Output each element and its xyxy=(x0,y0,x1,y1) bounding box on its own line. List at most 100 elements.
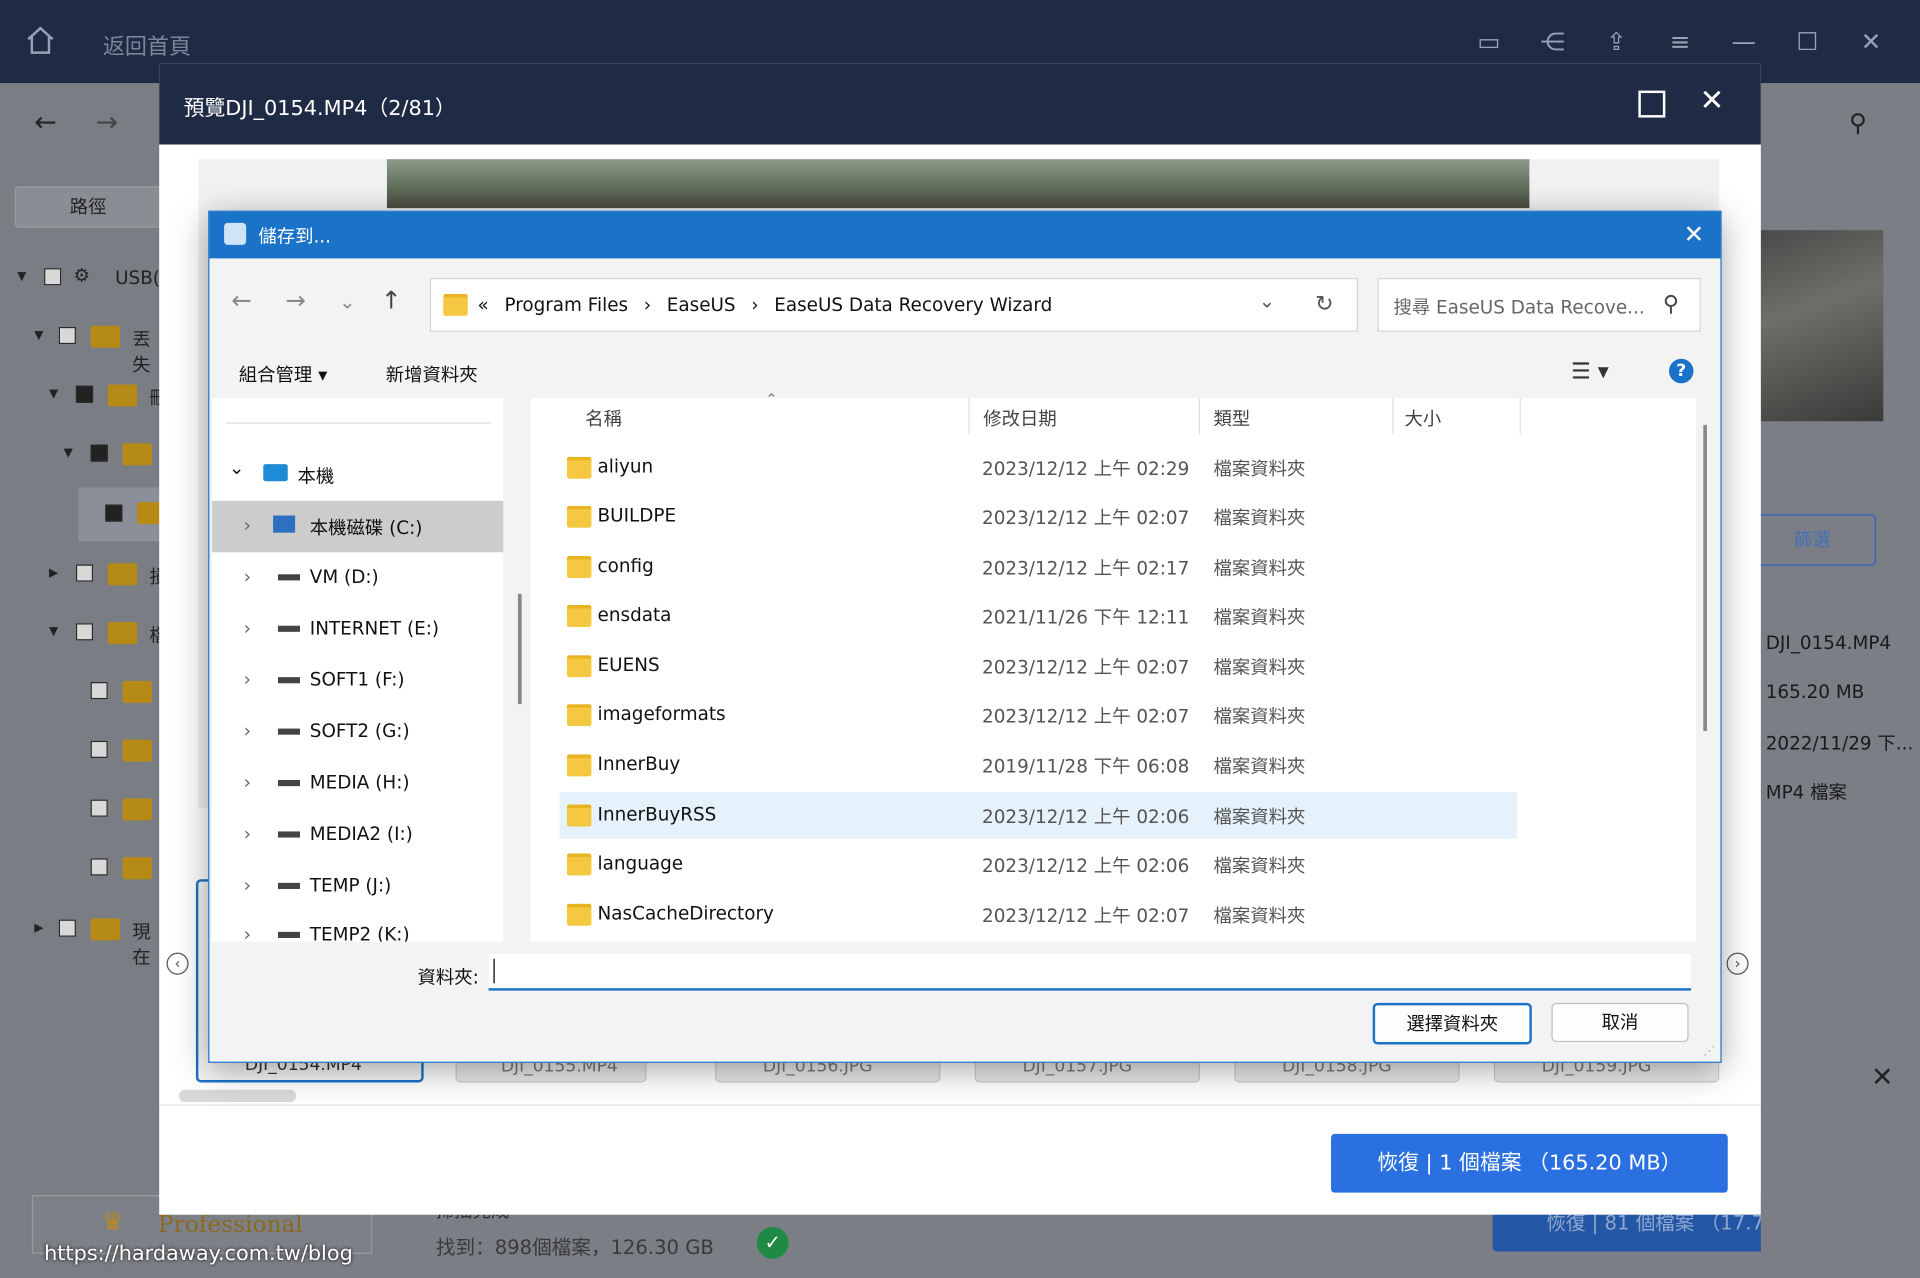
file-row[interactable]: imageformats 2023/12/12 上午 02:07 檔案資料夾 xyxy=(560,692,1518,739)
folder-icon xyxy=(443,293,468,316)
tree-drive-d[interactable]: › VM (D:) xyxy=(212,552,503,603)
forward-arrow-icon[interactable]: → xyxy=(285,285,306,314)
video-frame xyxy=(386,159,1530,209)
address-bar[interactable]: « Program Files › EaseUS › EaseUS Data R… xyxy=(429,277,1358,332)
tree-deleted[interactable]: ▾ 刪 xyxy=(49,382,168,409)
app-right-panel: ⚲ 篩選 DJI_0154.MP4 165.20 MB 2022/11/29 下… xyxy=(1748,83,1920,1278)
nav-scrollbar[interactable] xyxy=(517,593,522,705)
minimize-icon[interactable]: — xyxy=(1729,27,1758,56)
folder-icon xyxy=(566,505,592,528)
search-icon[interactable]: ⚲ xyxy=(1849,108,1867,137)
breadcrumb-item[interactable]: Program Files xyxy=(504,294,628,316)
organize-menu[interactable]: 組合管理 ▾ xyxy=(239,361,328,387)
file-row[interactable]: ensdata 2021/11/26 下午 12:11 檔案資料夾 xyxy=(560,593,1518,640)
file-row[interactable]: EUENS 2023/12/12 上午 02:07 檔案資料夾 xyxy=(560,643,1518,690)
folder-input[interactable] xyxy=(488,953,1692,991)
view-options-icon[interactable]: ☰ ▾ xyxy=(1571,359,1609,385)
maximize-icon[interactable]: ☐ xyxy=(1793,27,1822,56)
file-scrollbar[interactable] xyxy=(1703,424,1707,732)
new-folder-button[interactable]: 新增資料夾 xyxy=(386,361,478,387)
tree-drive-k[interactable]: › TEMP2 (K:) xyxy=(212,912,503,941)
info-type: MP4 檔案 xyxy=(1765,781,1847,804)
refresh-icon[interactable]: ↻ xyxy=(1315,291,1333,317)
close-panel-icon[interactable]: ✕ xyxy=(1871,1063,1894,1094)
search-box[interactable]: 搜尋 EaseUS Data Recove... ⚲ xyxy=(1377,277,1701,332)
scan-status-found: 找到：898個檔案，126.30 GB xyxy=(435,1235,714,1259)
tree-drive-j[interactable]: › TEMP (J:) xyxy=(212,861,503,912)
tree-item[interactable] xyxy=(90,796,160,823)
file-row[interactable]: BUILDPE 2023/12/12 上午 02:07 檔案資料夾 xyxy=(560,493,1518,540)
tree-files[interactable]: ▾ 檔 xyxy=(49,620,168,647)
folder-icon xyxy=(107,384,138,407)
tree-existing[interactable]: ▸ 現在 xyxy=(34,916,159,969)
home-icon[interactable] xyxy=(24,24,56,56)
thumb-scrollbar[interactable] xyxy=(178,1089,297,1103)
breadcrumb-item[interactable]: EaseUS Data Recovery Wizard xyxy=(774,294,1052,316)
col-type[interactable]: 類型 xyxy=(1213,405,1250,431)
monitor-icon xyxy=(263,464,288,482)
help-icon[interactable]: ? xyxy=(1668,358,1694,384)
menu-icon[interactable]: ≡ xyxy=(1665,27,1694,56)
path-tab[interactable]: 路徑 xyxy=(14,186,162,228)
breadcrumb-overflow[interactable]: « xyxy=(478,294,489,316)
tree-this-pc[interactable]: ⌄ 本機 xyxy=(212,449,503,500)
up-arrow-icon[interactable]: ↑ xyxy=(381,285,402,314)
feedback-icon[interactable]: ▭ xyxy=(1474,27,1503,56)
tree-item[interactable] xyxy=(90,737,160,764)
close-icon[interactable]: ✕ xyxy=(1856,27,1885,56)
col-date[interactable]: 修改日期 xyxy=(983,405,1056,431)
search-placeholder: 搜尋 EaseUS Data Recove... xyxy=(1393,296,1645,319)
back-arrow-icon[interactable]: ← xyxy=(231,285,252,314)
drive-icon xyxy=(277,574,301,581)
thumb-prev-icon[interactable]: ‹ xyxy=(166,952,189,975)
tree-drive-c[interactable]: › 本機磁碟 (C:) xyxy=(211,500,504,553)
select-folder-button[interactable]: 選擇資料夾 xyxy=(1372,1002,1532,1045)
app-icon xyxy=(224,222,247,245)
dialog-title: 儲存到... xyxy=(258,225,331,248)
col-name[interactable]: 名稱 xyxy=(585,405,622,431)
col-size[interactable]: 大小 xyxy=(1405,405,1442,431)
resize-grip-icon[interactable]: ⋰ xyxy=(1703,1044,1715,1057)
maximize-icon[interactable] xyxy=(1638,90,1666,118)
back-arrow-icon[interactable]: ← xyxy=(34,108,57,139)
back-home-link[interactable]: 返回首頁 xyxy=(103,29,191,61)
tree-drive-i[interactable]: › MEDIA2 (I:) xyxy=(212,809,503,860)
folder-icon xyxy=(90,918,121,941)
search-icon[interactable]: ⚲ xyxy=(1663,291,1679,317)
tree-sub2-selected[interactable] xyxy=(78,487,167,542)
recover-button[interactable]: 恢復 | 1 個檔案 （165.20 MB） xyxy=(1331,1133,1728,1193)
breadcrumb-item[interactable]: EaseUS xyxy=(667,294,736,316)
tree-drive-e[interactable]: › INTERNET (E:) xyxy=(212,604,503,655)
sort-arrow-icon: ⌃ xyxy=(765,390,778,408)
share-icon[interactable]: ⋲ xyxy=(1538,27,1567,56)
file-row[interactable]: config 2023/12/12 上午 02:17 檔案資料夾 xyxy=(560,544,1518,591)
export-icon[interactable]: ⇪ xyxy=(1602,27,1631,56)
file-row[interactable]: InnerBuy 2019/11/28 下午 06:08 檔案資料夾 xyxy=(560,742,1518,789)
address-dropdown-icon[interactable]: ⌄ xyxy=(1259,289,1275,312)
file-row[interactable]: aliyun 2023/12/12 上午 02:29 檔案資料夾 xyxy=(560,444,1518,491)
tree-item[interactable] xyxy=(90,855,160,882)
tree-drive-f[interactable]: › SOFT1 (F:) xyxy=(212,655,503,706)
folder-icon xyxy=(566,655,592,678)
filter-button[interactable]: 篩選 xyxy=(1748,514,1876,566)
file-row[interactable]: NasCacheDirectory 2023/12/12 上午 02:07 檔案資料… xyxy=(560,891,1518,938)
tree-usb[interactable]: ▾ ⚙ USB( xyxy=(17,264,160,291)
tree-item[interactable] xyxy=(90,678,160,705)
navigation-pane: ⌄ 本機 › 本機磁碟 (C:) › VM (D:) › INTERNET (E:)… xyxy=(211,397,522,942)
recent-dropdown-icon[interactable]: ⌄ xyxy=(339,290,355,313)
forward-arrow-icon[interactable]: → xyxy=(96,108,119,139)
tree-drive-g[interactable]: › SOFT2 (G:) xyxy=(212,707,503,758)
breadcrumb-sep[interactable]: › xyxy=(644,294,651,316)
file-row[interactable]: language 2023/12/12 上午 02:06 檔案資料夾 xyxy=(560,841,1518,888)
cancel-button[interactable]: 取消 xyxy=(1551,1002,1689,1043)
tree-lost[interactable]: ▾ 丟失 xyxy=(34,323,159,376)
tree-damaged[interactable]: ▸ 損 xyxy=(49,561,168,588)
tree-sub1[interactable]: ▾ xyxy=(64,441,160,468)
close-icon[interactable]: ✕ xyxy=(1700,83,1725,117)
tree-drive-h[interactable]: › MEDIA (H:) xyxy=(212,758,503,809)
close-icon[interactable]: ✕ xyxy=(1684,219,1705,248)
thumb-next-icon[interactable]: › xyxy=(1726,952,1749,975)
col-divider xyxy=(1198,397,1201,435)
file-row-selected[interactable]: InnerBuyRSS 2023/12/12 上午 02:06 檔案資料夾 xyxy=(559,792,1518,839)
breadcrumb-sep[interactable]: › xyxy=(751,294,758,316)
